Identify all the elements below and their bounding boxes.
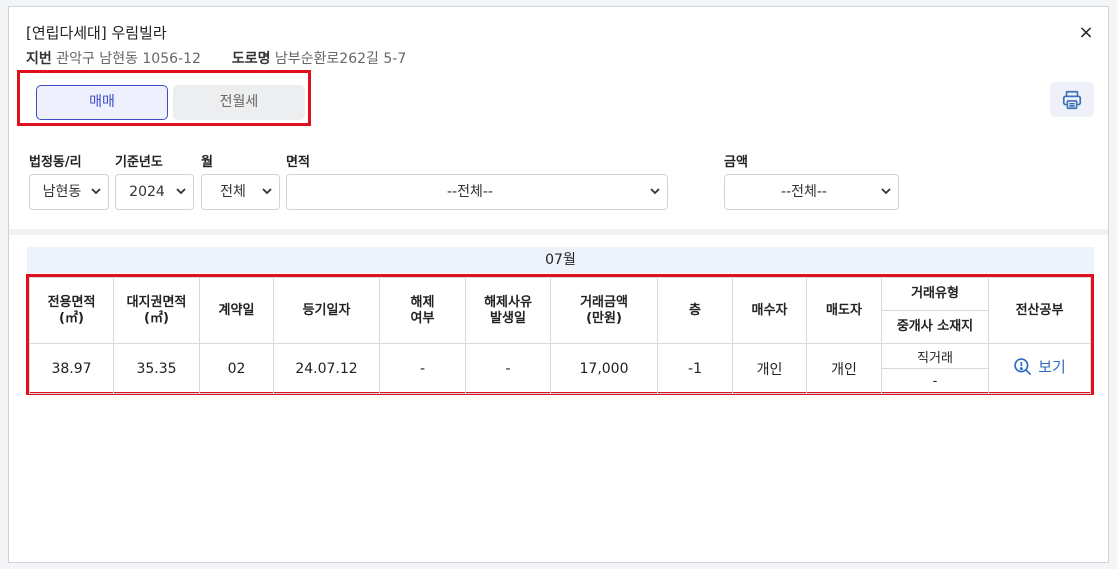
- print-button[interactable]: [1050, 82, 1094, 117]
- registry-view-label: 보기: [1038, 358, 1066, 377]
- col-contract-day: 계약일: [199, 277, 274, 344]
- col-cancel-date: 해제사유 발생일: [465, 277, 551, 344]
- modal-title: [연립다세대] 우림빌라: [26, 24, 167, 42]
- transactions-table: 전용면적 (㎡) 대지권면적 (㎡) 계약일 등기일자 해제 여부 해제사유 발…: [29, 277, 1091, 394]
- col-excl-area: 전용면적 (㎡): [29, 277, 114, 344]
- jibun-label: 지번: [26, 51, 52, 67]
- cell-reg-date: 24.07.12: [273, 343, 380, 394]
- filter-bar: 법정동/리 남현동 기준년도 2024 월 전체 면적 --전체-- 금액 --…: [9, 133, 1108, 231]
- amount-label: 금액: [724, 155, 748, 170]
- cell-cancel: -: [379, 343, 466, 394]
- cell-seller: 개인: [806, 343, 882, 394]
- tab-rent[interactable]: 전월세: [173, 85, 305, 120]
- chevron-down-icon: [650, 188, 660, 195]
- deal-type-tabs: 매매 전월세: [17, 70, 311, 126]
- cell-floor: -1: [657, 343, 733, 394]
- cell-excl-area: 38.97: [29, 343, 114, 394]
- year-select[interactable]: 2024: [115, 174, 194, 210]
- section-divider: [9, 229, 1108, 235]
- cell-registry: 보기: [988, 343, 1091, 394]
- tab-sale[interactable]: 매매: [36, 85, 168, 120]
- jibun-value: 관악구 남현동 1056-12: [56, 51, 201, 67]
- dong-label: 법정동/리: [29, 155, 82, 170]
- cell-contract-day: 02: [199, 343, 274, 394]
- cell-broker-location: -: [881, 368, 989, 394]
- cell-land-area: 35.35: [113, 343, 200, 394]
- transactions-table-highlight: 전용면적 (㎡) 대지권면적 (㎡) 계약일 등기일자 해제 여부 해제사유 발…: [26, 274, 1094, 395]
- amount-select[interactable]: --전체--: [724, 174, 899, 210]
- col-price: 거래금액 (만원): [550, 277, 658, 344]
- search-info-icon: [1014, 358, 1032, 375]
- road-label: 도로명: [231, 51, 271, 67]
- dong-select[interactable]: 남현동: [29, 174, 109, 210]
- chevron-down-icon: [176, 188, 186, 195]
- col-land-area: 대지권면적 (㎡): [113, 277, 200, 344]
- area-select[interactable]: --전체--: [286, 174, 668, 210]
- chevron-down-icon: [91, 188, 101, 195]
- registry-view-link[interactable]: 보기: [1013, 356, 1066, 377]
- cell-cancel-date: -: [465, 343, 551, 394]
- chevron-down-icon: [881, 188, 891, 195]
- modal-header: [연립다세대] 우림빌라 × 지번 관악구 남현동 1056-12 도로명 남부…: [9, 7, 1108, 133]
- year-select-value: 2024: [129, 184, 165, 200]
- cell-price: 17,000: [550, 343, 658, 394]
- col-deal-type: 거래유형: [881, 277, 989, 311]
- month-heading: 07월: [27, 247, 1094, 273]
- col-broker-location: 중개사 소재지: [881, 310, 989, 344]
- area-label: 면적: [286, 155, 310, 170]
- col-registry: 전산공부: [988, 277, 1091, 344]
- col-floor: 층: [657, 277, 733, 344]
- close-icon[interactable]: ×: [1076, 23, 1096, 43]
- month-select-value: 전체: [220, 184, 246, 200]
- col-buyer: 매수자: [732, 277, 807, 344]
- col-reg-date: 등기일자: [273, 277, 380, 344]
- address-line: 지번 관악구 남현동 1056-12 도로명 남부순환로262길 5-7: [26, 48, 406, 68]
- road-value: 남부순환로262길 5-7: [274, 51, 407, 67]
- transaction-detail-modal: [연립다세대] 우림빌라 × 지번 관악구 남현동 1056-12 도로명 남부…: [8, 6, 1109, 563]
- printer-icon: [1062, 90, 1082, 109]
- col-cancel: 해제 여부: [379, 277, 466, 344]
- year-label: 기준년도: [115, 155, 163, 170]
- month-label: 월: [201, 155, 213, 170]
- amount-select-value: --전체--: [781, 184, 827, 200]
- month-select[interactable]: 전체: [201, 174, 280, 210]
- col-seller: 매도자: [806, 277, 882, 344]
- cell-buyer: 개인: [732, 343, 807, 394]
- cell-deal-type: 직거래: [881, 343, 989, 369]
- dong-select-value: 남현동: [42, 184, 82, 200]
- area-select-value: --전체--: [447, 184, 493, 200]
- chevron-down-icon: [262, 188, 272, 195]
